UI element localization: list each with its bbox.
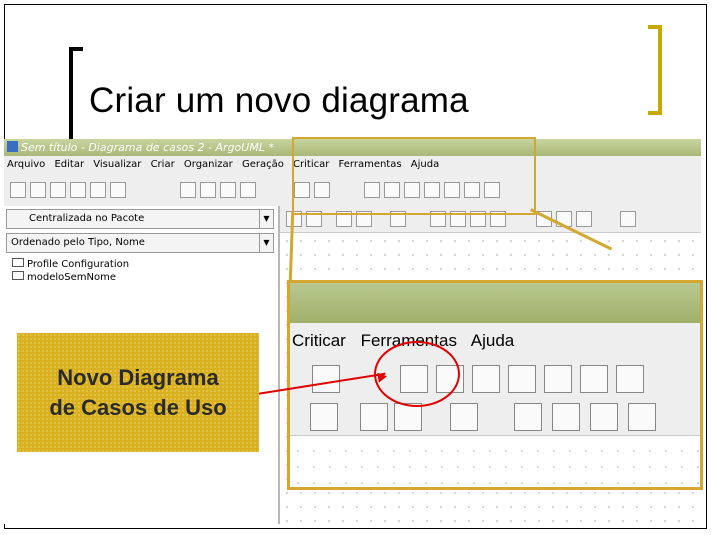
tree-item-label: modeloSemNome	[27, 272, 116, 283]
actor-icon[interactable]	[360, 403, 388, 431]
new-file-icon[interactable]	[10, 182, 26, 198]
menu-criar[interactable]: Criar	[151, 159, 175, 170]
properties-icon[interactable]	[220, 182, 236, 198]
callout-box: Novo Diagrama de Casos de Uso	[17, 333, 259, 452]
broom-icon[interactable]	[310, 403, 338, 431]
open-icon[interactable]	[50, 182, 66, 198]
new-deployment-diagram-icon[interactable]	[616, 365, 644, 393]
order-select[interactable]: Ordenado pelo Tipo, Nome ▼	[6, 233, 274, 253]
menu-visualizar[interactable]: Visualizar	[93, 159, 141, 170]
zoom-icon[interactable]	[312, 365, 340, 393]
zoom-source-frame	[292, 137, 536, 215]
generalization-icon[interactable]	[552, 403, 580, 431]
new-collaboration-diagram-icon[interactable]	[508, 365, 536, 393]
line-style-icon[interactable]	[576, 211, 592, 227]
delete-icon[interactable]	[200, 182, 216, 198]
rectangle-icon[interactable]	[620, 211, 636, 227]
chevron-down-icon[interactable]: ▼	[259, 234, 273, 252]
right-bracket-decoration	[648, 25, 662, 115]
perspective-value: Centralizada no Pacote	[29, 213, 145, 224]
new-project-icon[interactable]	[30, 182, 46, 198]
copy-icon[interactable]	[180, 182, 196, 198]
app-icon	[7, 141, 18, 152]
zoomed-menu-criticar[interactable]: Criticar	[292, 331, 346, 350]
zoomed-toolbar-view: Criticar Ferramentas Ajuda	[287, 280, 703, 490]
menu-geracao[interactable]: Geração	[242, 159, 284, 170]
settings-icon[interactable]	[240, 182, 256, 198]
use-case-icon[interactable]	[394, 403, 422, 431]
package-icon	[12, 271, 24, 280]
save-as-icon[interactable]	[90, 182, 106, 198]
callout-line-2: de Casos de Uso	[49, 394, 227, 420]
highlight-circle	[374, 341, 460, 407]
zoomed-diagram-toolbar	[290, 397, 700, 436]
slide-title: Criar um novo diagrama	[89, 81, 469, 120]
dependency-icon[interactable]	[514, 403, 542, 431]
zoomed-menu-bar: Criticar Ferramentas Ajuda	[290, 323, 700, 359]
print-icon[interactable]	[110, 182, 126, 198]
association-icon[interactable]	[450, 403, 478, 431]
chevron-down-icon[interactable]: ▼	[259, 210, 273, 228]
zoomed-titlebar	[290, 283, 700, 323]
perspective-select[interactable]: Centralizada no Pacote ▼	[6, 209, 274, 229]
zoomed-menu-ajuda[interactable]: Ajuda	[471, 331, 514, 350]
extend-icon[interactable]	[590, 403, 618, 431]
save-icon[interactable]	[70, 182, 86, 198]
left-bracket-decoration	[69, 47, 83, 143]
tree-item[interactable]: Profile Configuration	[6, 258, 129, 271]
callout-line-1: Novo Diagrama	[57, 364, 219, 390]
menu-organizar[interactable]: Organizar	[184, 159, 233, 170]
arrow-head-icon	[377, 371, 388, 383]
new-statechart-diagram-icon[interactable]	[544, 365, 572, 393]
new-activity-diagram-icon[interactable]	[580, 365, 608, 393]
include-icon[interactable]	[628, 403, 656, 431]
menu-arquivo[interactable]: Arquivo	[7, 159, 45, 170]
new-sequence-diagram-icon[interactable]	[472, 365, 500, 393]
tree-item[interactable]: modeloSemNome	[6, 271, 129, 284]
menu-editar[interactable]: Editar	[54, 159, 84, 170]
order-value: Ordenado pelo Tipo, Nome	[11, 237, 145, 248]
folder-icon	[12, 258, 24, 267]
window-title: Sem título - Diagrama de casos 2 - ArgoU…	[21, 141, 274, 154]
tree-item-label: Profile Configuration	[27, 259, 130, 270]
model-tree: Profile Configuration modeloSemNome	[6, 258, 129, 284]
